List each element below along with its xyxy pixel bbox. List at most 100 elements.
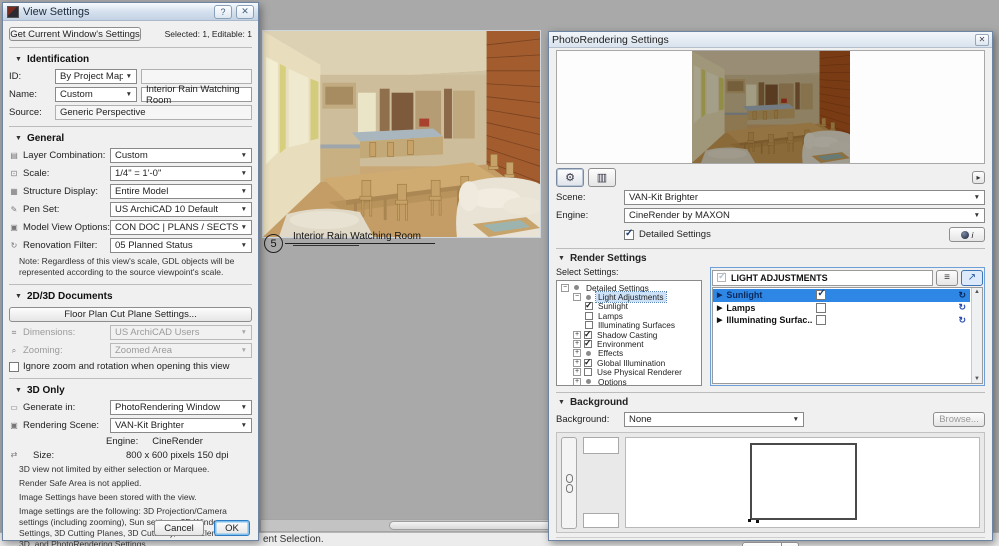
tree-item-sunlight[interactable]: Sunlight bbox=[557, 300, 701, 311]
engine-info-button[interactable]: i bbox=[949, 227, 985, 242]
expand-icon[interactable]: + bbox=[573, 358, 581, 367]
id-label: ID: bbox=[9, 71, 22, 82]
rendered-view-image[interactable] bbox=[262, 30, 541, 238]
general-row-label: Renovation Filter: bbox=[23, 240, 98, 251]
section-identification[interactable]: ▼ Identification bbox=[9, 47, 252, 66]
cancel-button[interactable]: Cancel bbox=[154, 520, 204, 536]
ground-color-swatch[interactable] bbox=[583, 513, 619, 528]
tree-item-use-physical-renderer[interactable]: + Use Physical Renderer bbox=[557, 367, 701, 377]
light-item-lamps[interactable]: ▶ Lamps ↻ bbox=[713, 302, 970, 315]
general-row-dropdown[interactable]: 05 Planned Status bbox=[110, 238, 252, 253]
source-value: Generic Perspective bbox=[55, 105, 252, 120]
section-general[interactable]: ▼ General bbox=[9, 126, 252, 145]
light-adjustments-header[interactable]: LIGHT ADJUSTMENTS bbox=[712, 269, 933, 286]
general-row-label: Layer Combination: bbox=[23, 150, 106, 161]
light-item-illuminating-surfac-[interactable]: ▶ Illuminating Surfac... ↻ bbox=[713, 314, 970, 327]
drawing-title-marker[interactable]: 5 Interior Rain Watching Room bbox=[264, 231, 435, 253]
chain-link-icon bbox=[565, 483, 573, 493]
tree-item-global-illumination[interactable]: +Global Illumination bbox=[557, 357, 701, 368]
scroll-up-icon[interactable]: ▲ bbox=[974, 289, 980, 295]
detailed-settings-checkbox[interactable] bbox=[624, 228, 634, 240]
section-render-settings[interactable]: ▼ Render Settings bbox=[556, 248, 985, 265]
expand-icon[interactable]: + bbox=[573, 377, 581, 385]
reset-icon[interactable]: ↻ bbox=[958, 302, 966, 313]
section-background[interactable]: ▼ Background bbox=[556, 392, 985, 409]
render-preview-image[interactable] bbox=[691, 51, 850, 163]
row-expand-icon[interactable]: ▶ bbox=[717, 316, 722, 324]
expand-panel-button[interactable]: ▸ bbox=[972, 171, 985, 184]
id-value-field[interactable] bbox=[141, 69, 252, 84]
collapse-icon[interactable]: − bbox=[573, 293, 581, 302]
section-3d-only[interactable]: ▼ 3D Only bbox=[9, 378, 252, 397]
view-settings-titlebar[interactable]: View Settings ? ✕ bbox=[3, 3, 258, 21]
name-mode-dropdown[interactable]: Custom bbox=[55, 87, 137, 102]
expand-icon[interactable]: + bbox=[573, 340, 581, 349]
expand-icon[interactable]: + bbox=[573, 368, 581, 377]
ok-button[interactable]: OK bbox=[214, 520, 250, 536]
close-button[interactable]: ✕ bbox=[236, 4, 254, 19]
reset-icon[interactable]: ↻ bbox=[958, 290, 966, 301]
tree-item-light-adjustments[interactable]: − Light Adjustments bbox=[557, 291, 701, 304]
tab-preview-display[interactable]: ▥ bbox=[588, 168, 616, 187]
scene-dropdown[interactable]: VAN-Kit Brighter bbox=[624, 190, 985, 205]
help-button[interactable]: ? bbox=[214, 4, 232, 19]
tree-checkbox[interactable] bbox=[585, 311, 593, 320]
tree-checkbox[interactable] bbox=[584, 357, 592, 368]
settings-tree[interactable]: −Detailed Settings−Light AdjustmentsSunl… bbox=[556, 280, 702, 386]
general-row-dropdown[interactable]: CON DOC | PLANS / SECTS / ELEVS bbox=[110, 220, 252, 235]
light-item-checkbox[interactable] bbox=[816, 288, 827, 301]
collapse-icon[interactable]: − bbox=[561, 283, 569, 292]
tab-settings-gear[interactable]: ⚙ bbox=[556, 168, 584, 187]
light-adjustments-list[interactable]: ▲▼ ▶Sunlight↻▶Lamps↻▶Illuminating Surfac… bbox=[712, 287, 983, 384]
tree-checkbox[interactable] bbox=[585, 300, 593, 311]
generate-in-dropdown[interactable]: PhotoRendering Window bbox=[110, 400, 252, 416]
section-2d3d-documents[interactable]: ▼ 2D/3D Documents bbox=[9, 284, 252, 303]
ignore-zoom-checkbox[interactable] bbox=[9, 361, 19, 372]
tree-item-detailed-settings[interactable]: − Detailed Settings bbox=[557, 283, 701, 293]
render-frame-rectangle[interactable] bbox=[747, 443, 858, 523]
rendering-scene-dropdown[interactable]: VAN-Kit Brighter bbox=[110, 418, 252, 434]
general-row-dropdown[interactable]: Entire Model bbox=[110, 184, 252, 199]
tree-item-effects[interactable]: + Effects bbox=[557, 348, 701, 358]
light-item-sunlight[interactable]: ▶ Sunlight ↻ bbox=[713, 288, 970, 302]
section-collapse-icon: ▼ bbox=[15, 386, 22, 394]
browse-button[interactable]: Browse... bbox=[933, 412, 985, 427]
light-item-checkbox[interactable] bbox=[816, 315, 827, 326]
close-button[interactable]: ✕ bbox=[975, 33, 989, 46]
row-expand-icon[interactable]: ▶ bbox=[717, 304, 722, 312]
link-colors-control[interactable] bbox=[561, 437, 577, 529]
expand-icon[interactable]: + bbox=[573, 330, 581, 339]
get-current-window-settings-button[interactable]: Get Current Window's Settings bbox=[9, 27, 141, 41]
name-value-field[interactable]: Interior Rain Watching Room bbox=[141, 84, 252, 106]
photorendering-titlebar[interactable]: PhotoRendering Settings ✕ bbox=[549, 32, 992, 48]
tree-item-illuminating-surfaces[interactable]: Illuminating Surfaces bbox=[557, 320, 701, 330]
render-camera-dropdown[interactable]: ▼ bbox=[782, 542, 799, 546]
background-canvas[interactable] bbox=[625, 437, 980, 528]
floor-plan-cut-plane-button[interactable]: Floor Plan Cut Plane Settings... bbox=[9, 307, 252, 323]
bullet-icon bbox=[586, 350, 591, 356]
tree-item-environment[interactable]: +Environment bbox=[557, 338, 701, 349]
scroll-down-icon[interactable]: ▼ bbox=[974, 376, 980, 382]
sky-color-swatch[interactable] bbox=[583, 437, 619, 454]
vertical-scrollbar[interactable]: ▲ ▼ bbox=[971, 288, 982, 383]
tree-item-shadow-casting[interactable]: +Shadow Casting bbox=[557, 329, 701, 340]
list-view-button[interactable]: ≡ bbox=[936, 269, 958, 286]
general-row-dropdown[interactable]: Custom bbox=[110, 148, 252, 163]
tree-item-lamps[interactable]: Lamps bbox=[557, 311, 701, 321]
general-row-dropdown[interactable]: US ArchiCAD 10 Default bbox=[110, 202, 252, 217]
id-mode-dropdown[interactable]: By Project Map bbox=[55, 69, 137, 84]
engine-dropdown[interactable]: CineRender by MAXON bbox=[624, 208, 985, 223]
general-row-dropdown[interactable]: 1/4" = 1'-0" bbox=[110, 166, 252, 181]
export-settings-button[interactable]: ↗ bbox=[961, 269, 983, 286]
tree-item-options[interactable]: + Options bbox=[557, 377, 701, 385]
expand-icon[interactable]: + bbox=[573, 349, 581, 358]
dimensions-dropdown: US ArchiCAD Users bbox=[110, 325, 252, 341]
light-item-checkbox[interactable] bbox=[816, 302, 827, 313]
row-expand-icon[interactable]: ▶ bbox=[717, 291, 722, 299]
light-adjustments-checkbox[interactable] bbox=[717, 271, 726, 282]
render-camera-button[interactable] bbox=[742, 542, 782, 546]
tree-checkbox[interactable] bbox=[584, 368, 592, 377]
reset-icon[interactable]: ↻ bbox=[958, 315, 966, 326]
tree-checkbox[interactable] bbox=[584, 338, 592, 349]
background-dropdown[interactable]: None bbox=[624, 412, 804, 427]
